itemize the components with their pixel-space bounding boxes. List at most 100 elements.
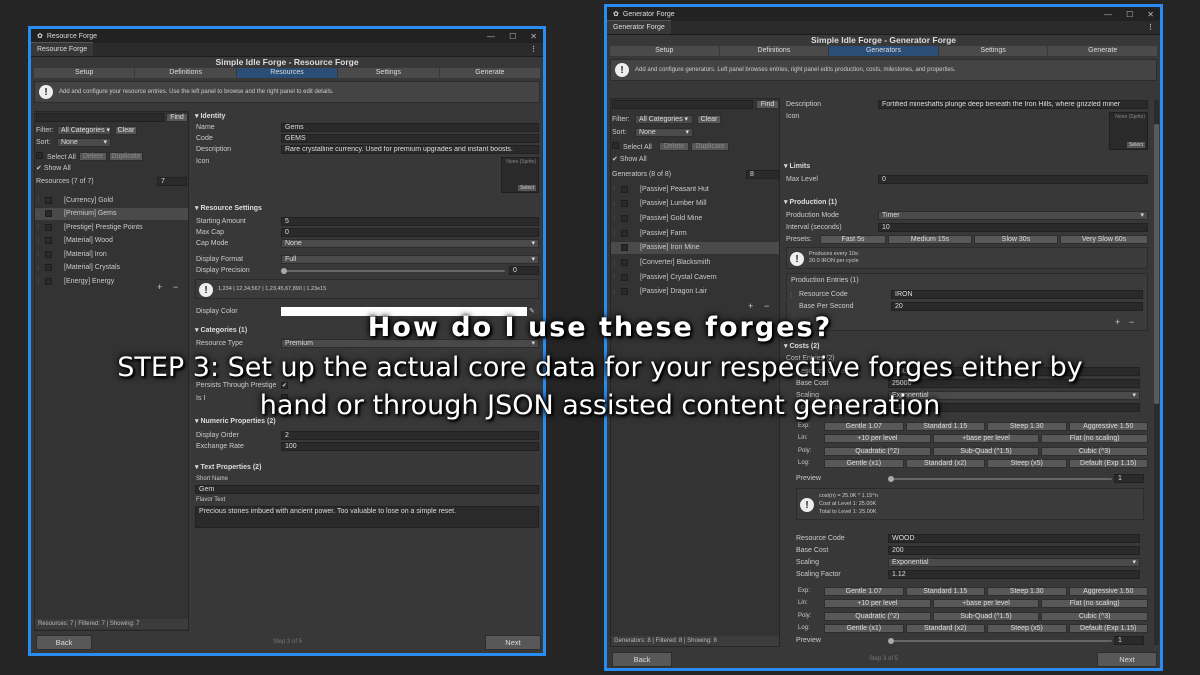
- filter-dropdown[interactable]: All Categories ▾: [57, 126, 111, 135]
- scaling-preset-button[interactable]: Cubic (^3): [1041, 611, 1148, 621]
- search-input[interactable]: [36, 113, 164, 122]
- back-button[interactable]: Back: [612, 652, 672, 667]
- cost2-resource-code-field[interactable]: WOOD: [888, 534, 1140, 543]
- maximize-icon[interactable]: ☐: [1126, 10, 1133, 19]
- scaling-preset-button[interactable]: Cubic (^3): [1041, 446, 1148, 456]
- drag-handle-icon[interactable]: ⁝: [613, 185, 621, 193]
- search-input[interactable]: [612, 100, 753, 109]
- back-button[interactable]: Back: [36, 635, 92, 650]
- costs-header[interactable]: ▾ Costs (2): [784, 342, 819, 351]
- more-icon[interactable]: ⋮: [530, 45, 537, 53]
- drag-handle-icon[interactable]: ⁝: [613, 200, 621, 208]
- resource-list-item[interactable]: ⁝ [Premium] Gems: [35, 207, 188, 220]
- flavor-text-field[interactable]: Precious stones imbued with ancient powe…: [195, 506, 539, 528]
- drag-handle-icon[interactable]: ⁝: [613, 288, 621, 296]
- scaling-preset-button[interactable]: Gentle 1.07: [824, 422, 904, 431]
- clear-button[interactable]: Clear: [115, 126, 137, 135]
- find-button[interactable]: Find: [166, 113, 188, 122]
- sort-dropdown[interactable]: None ▾: [635, 128, 693, 137]
- tab-resources[interactable]: Resources: [236, 68, 338, 78]
- generator-list-item[interactable]: ⁝ [Passive] Farm: [611, 227, 779, 239]
- cap-mode-dropdown[interactable]: None ▾: [281, 239, 539, 248]
- scaling-preset-button[interactable]: Standard (x2): [905, 623, 985, 633]
- short-name-field[interactable]: Gem: [195, 485, 539, 494]
- cost2-base-cost-field[interactable]: 200: [888, 546, 1140, 555]
- resource-list-item[interactable]: ⁝ [Currency] Gold: [35, 194, 188, 206]
- display-color-swatch[interactable]: [281, 307, 527, 316]
- scaling-preset-button[interactable]: Steep (x5): [987, 623, 1067, 633]
- filter-dropdown[interactable]: All Categories ▾: [635, 115, 693, 124]
- item-checkbox[interactable]: [45, 223, 52, 231]
- display-format-dropdown[interactable]: Full ▾: [281, 255, 539, 264]
- scaling-preset-button[interactable]: Flat (no scaling): [1041, 599, 1148, 609]
- select-all-toggle[interactable]: Select All: [36, 152, 76, 162]
- add-entry-button[interactable]: +: [1115, 318, 1120, 327]
- cost1-base-cost-field[interactable]: 25000: [888, 379, 1140, 388]
- max-cap-field[interactable]: 0: [281, 228, 539, 237]
- scaling-preset-button[interactable]: Quadratic (^2): [824, 611, 931, 621]
- drag-handle-icon[interactable]: ⁝: [37, 196, 45, 204]
- scaling-preset-button[interactable]: Aggressive 1.50: [1068, 587, 1148, 596]
- icon-select-button[interactable]: Select: [1127, 142, 1145, 148]
- close-icon[interactable]: ✕: [530, 32, 537, 41]
- production-mode-dropdown[interactable]: Timer ▾: [878, 211, 1148, 220]
- display-order-field[interactable]: 2: [281, 431, 539, 440]
- limits-header[interactable]: ▾ Limits: [784, 162, 810, 171]
- next-button[interactable]: Next: [1097, 652, 1157, 667]
- item-checkbox[interactable]: [621, 259, 628, 266]
- clear-button[interactable]: Clear: [697, 115, 721, 124]
- remove-button[interactable]: −: [764, 302, 769, 311]
- persists-prestige-checkbox[interactable]: ✔: [281, 381, 292, 390]
- numeric-properties-header[interactable]: ▾ Numeric Properties (2): [195, 417, 276, 426]
- scaling-preset-button[interactable]: Gentle (x1): [824, 623, 904, 633]
- item-checkbox[interactable]: [621, 200, 628, 208]
- cost1-preview-slider-track[interactable]: [890, 478, 1112, 480]
- scaling-preset-button[interactable]: Standard 1.15: [905, 422, 985, 431]
- drag-handle-icon[interactable]: ⁝: [37, 210, 45, 218]
- drag-handle-icon[interactable]: ⁝: [37, 237, 45, 245]
- drag-handle-icon[interactable]: ⁝: [37, 277, 45, 285]
- preset-very-slow-button[interactable]: Very Slow 60s: [1060, 235, 1148, 244]
- item-checkbox[interactable]: [621, 229, 628, 237]
- show-all-toggle[interactable]: ✔ Show All: [36, 164, 71, 173]
- preset-medium-button[interactable]: Medium 15s: [888, 235, 972, 244]
- item-checkbox[interactable]: [45, 237, 52, 244]
- precision-field[interactable]: 0: [509, 266, 539, 275]
- generator-list-item[interactable]: ⁝ [Passive] Dragon Lair: [611, 286, 779, 298]
- drag-handle-icon[interactable]: ⁝: [613, 214, 621, 222]
- identity-header[interactable]: ▾ Identity: [195, 112, 225, 121]
- scaling-preset-button[interactable]: +base per level: [932, 599, 1040, 609]
- code-field[interactable]: GEMS: [281, 134, 539, 143]
- cost1-scaling-dropdown[interactable]: Exponential ▾: [888, 391, 1140, 400]
- tab-generate[interactable]: Generate: [439, 68, 541, 78]
- cost2-scaling-dropdown[interactable]: Exponential ▾: [888, 558, 1140, 567]
- preset-fast-button[interactable]: Fast 5s: [820, 235, 886, 244]
- resource-type-dropdown[interactable]: Premium ▾: [281, 339, 539, 348]
- drag-handle-icon[interactable]: ⁝: [613, 273, 621, 281]
- icon-object-field[interactable]: None (Sprite) Select: [1109, 112, 1148, 150]
- item-checkbox[interactable]: [45, 264, 52, 271]
- sort-dropdown[interactable]: None ▾: [57, 138, 111, 147]
- scaling-preset-button[interactable]: Default (Exp 1.15): [1068, 623, 1148, 633]
- precision-slider-handle[interactable]: [281, 268, 287, 274]
- preset-slow-button[interactable]: Slow 30s: [974, 235, 1058, 244]
- scaling-preset-button[interactable]: +10 per level: [824, 434, 931, 444]
- description-field[interactable]: Rare crystalline currency. Used for prem…: [281, 145, 539, 154]
- add-button[interactable]: +: [157, 283, 162, 292]
- drag-handle-icon[interactable]: ⁝: [613, 259, 621, 267]
- minimize-icon[interactable]: —: [1104, 10, 1112, 19]
- scaling-preset-button[interactable]: Sub-Quad (^1.5): [932, 446, 1040, 456]
- maximize-icon[interactable]: ☐: [509, 32, 516, 41]
- detail-scrollbar[interactable]: [1154, 100, 1159, 645]
- generator-list-item[interactable]: ⁝ [Passive] Crystal Cavern: [611, 271, 779, 283]
- generator-list-item[interactable]: ⁝ [Passive] Peasant Hut: [611, 183, 779, 195]
- item-checkbox[interactable]: [621, 185, 628, 193]
- scaling-preset-button[interactable]: Standard 1.15: [905, 587, 985, 596]
- scaling-preset-button[interactable]: Sub-Quad (^1.5): [932, 611, 1040, 621]
- tab-definitions[interactable]: Definitions: [135, 68, 236, 78]
- generator-list-item[interactable]: ⁝ [Passive] Gold Mine: [611, 212, 779, 224]
- more-icon[interactable]: ⋮: [1147, 23, 1154, 31]
- scaling-preset-button[interactable]: +10 per level: [824, 599, 931, 609]
- next-button[interactable]: Next: [485, 635, 541, 650]
- item-checkbox[interactable]: [45, 210, 52, 217]
